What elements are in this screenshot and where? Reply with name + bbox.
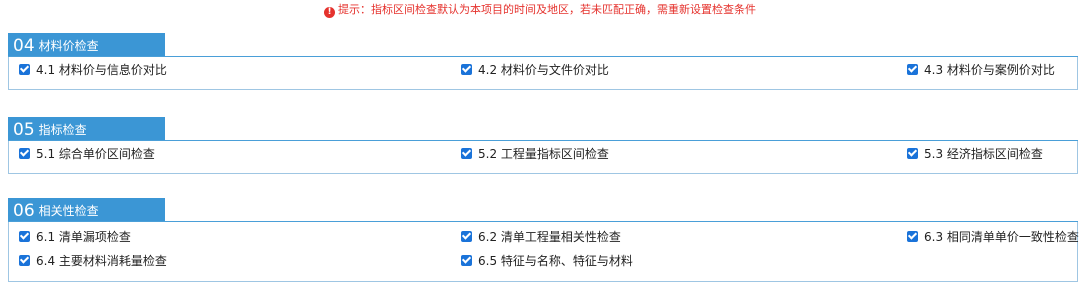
notice-bar: ! 提示：指标区间检查默认为本项目的时间及地区，若未匹配正确，需重新设置检查条件 xyxy=(0,1,1080,19)
checkbox-checked-icon[interactable] xyxy=(19,231,30,242)
section-header: 04 材料价检查 xyxy=(8,33,1078,57)
section-number: 06 xyxy=(13,201,35,221)
check-item-label: 6.2 清单工程量相关性检查 xyxy=(478,230,621,244)
section-tab: 04 材料价检查 xyxy=(8,33,165,56)
section-body: 5.1 综合单价区间检查 5.2 工程量指标区间检查 5.3 经济指标区间检查 xyxy=(8,141,1078,174)
section-number: 04 xyxy=(13,36,35,56)
section-title: 材料价检查 xyxy=(38,39,99,53)
check-item-4-2[interactable]: 4.2 材料价与文件价对比 xyxy=(461,60,609,80)
checkbox-checked-icon[interactable] xyxy=(19,148,30,159)
check-item-6-4[interactable]: 6.4 主要材料消耗量检查 xyxy=(19,251,167,271)
notice-text: 提示：指标区间检查默认为本项目的时间及地区，若未匹配正确，需重新设置检查条件 xyxy=(338,3,756,16)
check-item-label: 4.3 材料价与案例价对比 xyxy=(924,63,1055,77)
check-item-5-3[interactable]: 5.3 经济指标区间检查 xyxy=(907,144,1043,164)
section-body: 4.1 材料价与信息价对比 4.2 材料价与文件价对比 4.3 材料价与案例价对… xyxy=(8,57,1078,90)
checkbox-checked-icon[interactable] xyxy=(907,64,918,75)
check-item-label: 5.2 工程量指标区间检查 xyxy=(478,147,609,161)
check-item-6-5[interactable]: 6.5 特征与名称、特征与材料 xyxy=(461,251,633,271)
section-number: 05 xyxy=(13,120,35,140)
check-item-4-1[interactable]: 4.1 材料价与信息价对比 xyxy=(19,60,167,80)
section-correlation: 06 相关性检查 6.1 清单漏项检查 6.2 清单工程量相关性检查 6.3 相同… xyxy=(8,198,1079,284)
section-tab: 05 指标检查 xyxy=(8,117,165,140)
checkbox-checked-icon[interactable] xyxy=(461,255,472,266)
check-item-5-1[interactable]: 5.1 综合单价区间检查 xyxy=(19,144,155,164)
check-item-label: 4.1 材料价与信息价对比 xyxy=(36,63,167,77)
check-item-label: 6.1 清单漏项检查 xyxy=(36,230,131,244)
checkbox-checked-icon[interactable] xyxy=(461,231,472,242)
section-header: 05 指标检查 xyxy=(8,117,1078,141)
check-item-6-1[interactable]: 6.1 清单漏项检查 xyxy=(19,227,131,247)
section-body: 6.1 清单漏项检查 6.2 清单工程量相关性检查 6.3 相同清单单价一致性检… xyxy=(8,222,1079,282)
check-item-5-2[interactable]: 5.2 工程量指标区间检查 xyxy=(461,144,609,164)
checkbox-checked-icon[interactable] xyxy=(461,64,472,75)
check-item-6-2[interactable]: 6.2 清单工程量相关性检查 xyxy=(461,227,621,247)
checkbox-checked-icon[interactable] xyxy=(907,231,918,242)
check-item-label: 6.4 主要材料消耗量检查 xyxy=(36,254,167,268)
section-title: 相关性检查 xyxy=(38,204,99,218)
section-indicators: 05 指标检查 5.1 综合单价区间检查 5.2 工程量指标区间检查 5.3 经济… xyxy=(8,117,1078,174)
checkbox-checked-icon[interactable] xyxy=(907,148,918,159)
checkbox-checked-icon[interactable] xyxy=(461,148,472,159)
check-item-label: 6.3 相同清单单价一致性检查 xyxy=(924,230,1079,244)
section-materials: 04 材料价检查 4.1 材料价与信息价对比 4.2 材料价与文件价对比 4.3 … xyxy=(8,33,1078,90)
check-item-label: 5.1 综合单价区间检查 xyxy=(36,147,155,161)
check-item-6-3[interactable]: 6.3 相同清单单价一致性检查 xyxy=(907,227,1079,247)
check-item-label: 6.5 特征与名称、特征与材料 xyxy=(478,254,633,268)
section-tab: 06 相关性检查 xyxy=(8,198,165,221)
check-item-label: 4.2 材料价与文件价对比 xyxy=(478,63,609,77)
check-item-4-3[interactable]: 4.3 材料价与案例价对比 xyxy=(907,60,1055,80)
section-title: 指标检查 xyxy=(38,123,87,137)
checkbox-checked-icon[interactable] xyxy=(19,255,30,266)
section-header: 06 相关性检查 xyxy=(8,198,1078,222)
check-item-label: 5.3 经济指标区间检查 xyxy=(924,147,1043,161)
checkbox-checked-icon[interactable] xyxy=(19,64,30,75)
warning-icon: ! xyxy=(324,7,335,18)
